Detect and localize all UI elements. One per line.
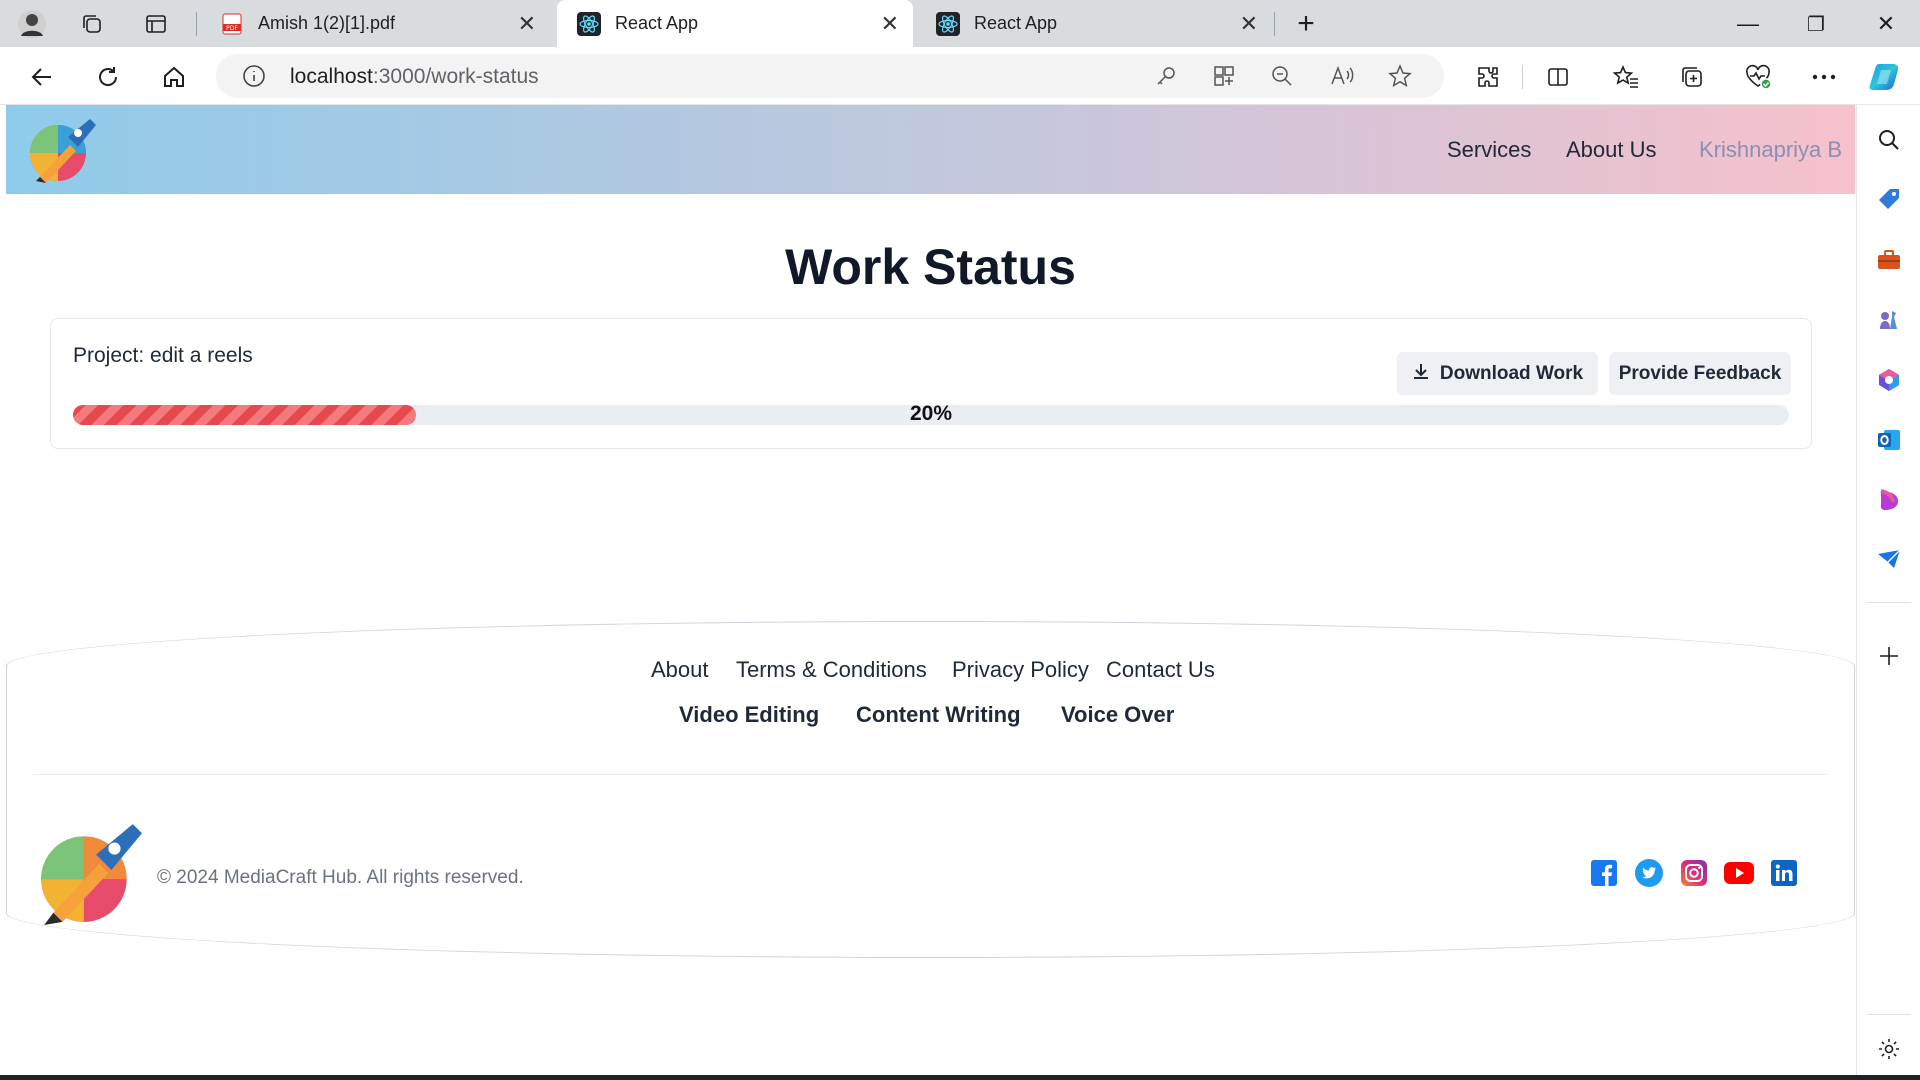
outlook-icon[interactable] bbox=[1873, 424, 1905, 456]
favorite-star-icon[interactable] bbox=[1386, 62, 1414, 90]
svg-text:PDF: PDF bbox=[226, 25, 238, 32]
download-work-button[interactable]: Download Work bbox=[1397, 352, 1598, 395]
url-host: localhost bbox=[290, 65, 373, 88]
address-bar[interactable]: localhost:3000/work-status bbox=[216, 54, 1444, 98]
footer-link-terms[interactable]: Terms & Conditions bbox=[736, 657, 927, 683]
page-title: Work Status bbox=[785, 239, 1076, 295]
nav-about-us[interactable]: About Us bbox=[1566, 137, 1657, 163]
site-footer: About Terms & Conditions Privacy Policy … bbox=[6, 621, 1855, 958]
footer-service-content-writing[interactable]: Content Writing bbox=[856, 702, 1021, 728]
back-icon[interactable] bbox=[22, 57, 62, 97]
workspaces-icon[interactable] bbox=[74, 6, 110, 42]
footer-link-about[interactable]: About bbox=[651, 657, 709, 683]
react-icon bbox=[577, 11, 601, 36]
toolbar-separator bbox=[1522, 65, 1523, 89]
site-info-icon[interactable] bbox=[240, 62, 268, 90]
send-plane-icon[interactable] bbox=[1873, 544, 1905, 576]
user-profile-name[interactable]: Krishnapriya B bbox=[1699, 137, 1842, 163]
footer-divider bbox=[33, 774, 1829, 775]
twitter-icon[interactable] bbox=[1634, 858, 1664, 888]
progress-percent: 20% bbox=[909, 402, 953, 425]
sidebar-divider bbox=[1867, 602, 1911, 603]
url-text[interactable]: localhost:3000/work-status bbox=[290, 65, 539, 89]
new-tab-icon[interactable]: + bbox=[1288, 6, 1324, 42]
zoom-out-icon[interactable] bbox=[1268, 62, 1296, 90]
download-icon bbox=[1412, 362, 1430, 386]
footer-service-voice-over[interactable]: Voice Over bbox=[1061, 702, 1174, 728]
react-icon bbox=[936, 11, 960, 36]
browser-essentials-icon[interactable] bbox=[1740, 59, 1776, 95]
app-header: Services About Us Krishnapriya B bbox=[6, 105, 1855, 194]
linkedin-icon[interactable] bbox=[1769, 858, 1799, 888]
tab-react-app-active[interactable]: React App ✕ bbox=[557, 0, 913, 47]
tab-strip: PDF Amish 1(2)[1].pdf ✕ React App ✕ Reac… bbox=[0, 0, 1920, 47]
tab-react-app[interactable]: React App ✕ bbox=[916, 0, 1272, 47]
copyright-text: © 2024 MediaCraft Hub. All rights reserv… bbox=[157, 867, 524, 888]
window-bottom-edge bbox=[0, 1075, 1920, 1080]
footer-link-privacy[interactable]: Privacy Policy bbox=[952, 657, 1089, 683]
password-key-icon[interactable] bbox=[1152, 62, 1180, 90]
tools-briefcase-icon[interactable] bbox=[1873, 244, 1905, 276]
web-page: Services About Us Krishnapriya B Work St… bbox=[6, 105, 1855, 1075]
copilot-icon[interactable] bbox=[1868, 59, 1904, 95]
pdf-icon: PDF bbox=[220, 12, 244, 36]
close-window-button[interactable]: ✕ bbox=[1862, 6, 1910, 42]
tab-actions-icon[interactable] bbox=[138, 6, 174, 42]
sidebar-divider bbox=[1867, 1014, 1911, 1015]
nav-services[interactable]: Services bbox=[1447, 137, 1531, 163]
tab-separator bbox=[1274, 12, 1275, 36]
progress-bar: 20% bbox=[73, 402, 1789, 425]
games-chess-icon[interactable] bbox=[1873, 304, 1905, 336]
split-screen-icon[interactable] bbox=[1540, 59, 1576, 95]
settings-gear-icon[interactable] bbox=[1873, 1033, 1905, 1065]
drop-icon[interactable] bbox=[1873, 484, 1905, 516]
browser-sidebar bbox=[1856, 105, 1920, 1080]
tab-title: React App bbox=[615, 13, 699, 33]
tab-pdf[interactable]: PDF Amish 1(2)[1].pdf ✕ bbox=[200, 0, 550, 47]
microsoft-365-icon[interactable] bbox=[1873, 364, 1905, 396]
home-icon[interactable] bbox=[154, 57, 194, 97]
browser-toolbar: localhost:3000/work-status bbox=[0, 47, 1920, 105]
provide-feedback-label: Provide Feedback bbox=[1618, 362, 1782, 384]
search-icon[interactable] bbox=[1873, 124, 1905, 156]
url-path: :3000/work-status bbox=[372, 65, 539, 88]
youtube-icon[interactable] bbox=[1724, 858, 1754, 888]
profile-avatar-icon[interactable] bbox=[14, 6, 50, 42]
tab-separator bbox=[196, 12, 197, 36]
footer-service-video-editing[interactable]: Video Editing bbox=[679, 702, 819, 728]
refresh-icon[interactable] bbox=[88, 57, 128, 97]
mediacraft-logo[interactable] bbox=[28, 115, 100, 188]
close-tab-icon[interactable]: ✕ bbox=[1240, 11, 1258, 37]
minimize-button[interactable]: — bbox=[1724, 6, 1772, 42]
project-name: Project: edit a reels bbox=[73, 344, 253, 367]
browser-window: PDF Amish 1(2)[1].pdf ✕ React App ✕ Reac… bbox=[0, 0, 1920, 1080]
close-tab-icon[interactable]: ✕ bbox=[881, 11, 899, 37]
download-work-label: Download Work bbox=[1439, 362, 1584, 384]
tab-title: Amish 1(2)[1].pdf bbox=[258, 13, 396, 33]
read-aloud-icon[interactable] bbox=[1328, 62, 1356, 90]
restore-button[interactable]: ❐ bbox=[1792, 6, 1840, 42]
shopping-tag-icon[interactable] bbox=[1873, 184, 1905, 216]
instagram-icon[interactable] bbox=[1679, 858, 1709, 888]
project-status-card: Project: edit a reels Download Work Prov… bbox=[50, 318, 1812, 449]
extensions-icon[interactable] bbox=[1470, 59, 1506, 95]
add-sidebar-app-icon[interactable] bbox=[1873, 640, 1905, 672]
facebook-icon[interactable] bbox=[1589, 858, 1619, 888]
footer-link-contact[interactable]: Contact Us bbox=[1106, 657, 1215, 683]
provide-feedback-button[interactable]: Provide Feedback bbox=[1609, 352, 1791, 395]
favorites-icon[interactable] bbox=[1608, 59, 1644, 95]
footer-logo bbox=[35, 818, 145, 933]
close-tab-icon[interactable]: ✕ bbox=[518, 11, 536, 37]
more-options-icon[interactable] bbox=[1806, 59, 1842, 95]
app-available-icon[interactable] bbox=[1210, 62, 1238, 90]
tab-title: React App bbox=[974, 13, 1058, 33]
collections-icon[interactable] bbox=[1674, 59, 1710, 95]
